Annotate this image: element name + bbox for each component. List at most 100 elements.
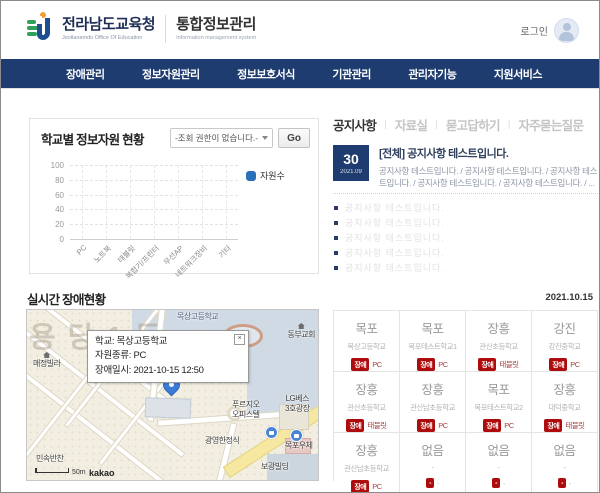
card-resource-type: -	[437, 479, 439, 488]
map-label-restaurant: 광영한정식	[205, 436, 239, 446]
fault-card[interactable]: 목포목포테스트학교2장애PC	[466, 372, 532, 433]
org-name-en: Jeollanamdo Office Of Education	[62, 35, 155, 41]
notice-list-item[interactable]: 공지사항 테스트입니다.	[333, 230, 598, 245]
nav-item-6[interactable]: 지원서비스	[494, 66, 542, 82]
card-resource-type: 태블릿	[499, 359, 518, 370]
nav-item-2[interactable]: 정보자원관리	[142, 66, 200, 82]
v-gridline	[130, 165, 131, 239]
kakao-logo[interactable]: kakao	[89, 468, 115, 478]
fault-card[interactable]: 목포목상고등학교장애PC	[334, 311, 400, 372]
card-resource-type: 태블릿	[565, 420, 584, 431]
card-resource-type: PC	[504, 421, 513, 430]
featured-notice-title: [전체] 공지사항 테스트입니다.	[379, 145, 598, 161]
card-region: 없음	[421, 440, 443, 459]
card-resource-type: PC	[570, 360, 579, 369]
card-region: 장흥	[487, 318, 509, 337]
bullet-icon	[334, 221, 338, 225]
fault-badge: 장애	[351, 480, 369, 493]
fault-card[interactable]: 장흥관산초등학교장애태블릿	[334, 372, 400, 433]
card-badge-row: 장애PC	[417, 358, 447, 371]
app-window: 전라남도교육청 Jeollanamdo Office Of Education …	[0, 0, 600, 493]
x-axis-label: 노트북	[91, 243, 113, 265]
nav-item-3[interactable]: 정보보호서식	[237, 66, 295, 82]
kakao-map[interactable]: 용당1동 목상고등학교 동부교회 매정빌라 LG베스 3호광장 푸르지오 오피스…	[26, 309, 319, 481]
resource-panel-header: 학교별 정보자원 현황 -조회 권한이 없습니다.- Go	[41, 128, 310, 148]
app-title-block: 통합정보관리 Information management system	[176, 17, 256, 42]
fault-badge: 장애	[346, 419, 364, 432]
notice-tab-1[interactable]: 공지사항	[333, 115, 376, 134]
card-school: -	[432, 463, 434, 472]
go-button[interactable]: Go	[278, 128, 310, 148]
church-label: 동부교회	[288, 330, 315, 339]
fault-badge: 장애	[549, 358, 567, 371]
fault-card-grid: 목포목상고등학교장애PC목포목포테스트학교1장애PC장흥관산초등학교장애태블릿강…	[333, 310, 598, 481]
card-resource-type: PC	[438, 360, 447, 369]
card-region: 강진	[553, 318, 575, 337]
card-region: 목포	[421, 318, 443, 337]
card-region: 없음	[487, 440, 509, 459]
notice-list-item[interactable]: 공지사항 테스트입니다.	[333, 200, 598, 215]
legend-label: 자원수	[260, 169, 285, 182]
card-resource-type: PC	[372, 360, 381, 369]
fault-badge: 장애	[417, 358, 435, 371]
card-region: 장흥	[553, 379, 575, 398]
app-subtitle: Information management system	[176, 35, 256, 41]
fault-card[interactable]: 없음---	[400, 433, 466, 493]
office-logo-icon	[27, 12, 55, 46]
fault-badge: -	[426, 478, 434, 488]
featured-notice[interactable]: 30 2021.09 [전체] 공지사항 테스트입니다. 공지사항 테스트입니다…	[333, 145, 598, 190]
notice-list-item[interactable]: 공지사항 테스트입니다.	[333, 245, 598, 260]
login-button[interactable]: 로그인	[520, 18, 579, 43]
notice-tab-3[interactable]: 묻고답하기	[446, 115, 500, 134]
notice-tab-4[interactable]: 자주묻는질문	[518, 115, 583, 134]
nav-item-4[interactable]: 기관관리	[332, 66, 370, 82]
school-select[interactable]: -조회 권한이 없습니다.-	[170, 128, 273, 148]
card-badge-row: 장애PC	[483, 419, 513, 432]
fault-badge: 장애	[417, 419, 435, 432]
map-scale-bar	[35, 468, 69, 473]
notice-list-text: 공지사항 테스트입니다.	[345, 216, 445, 229]
logo[interactable]: 전라남도교육청 Jeollanamdo Office Of Education …	[27, 12, 256, 46]
nav-item-5[interactable]: 관리자기능	[408, 66, 456, 82]
card-resource-type: -	[503, 479, 505, 488]
y-axis-label: 100	[51, 161, 64, 170]
fault-card[interactable]: 장흥관산남초등학교장애PC	[334, 433, 400, 493]
nav-item-1[interactable]: 장애관리	[66, 66, 104, 82]
fault-card[interactable]: 없음---	[532, 433, 598, 493]
notice-list-item[interactable]: 공지사항 테스트입니다.	[333, 260, 598, 275]
fault-card[interactable]: 강진강진중학교장애PC	[532, 311, 598, 372]
header: 전라남도교육청 Jeollanamdo Office Of Education …	[1, 1, 599, 59]
bus-stop-icon[interactable]	[290, 429, 303, 442]
notice-list-item[interactable]: 공지사항 테스트입니다.	[333, 215, 598, 230]
card-school: 관산초등학교	[347, 402, 385, 413]
card-school: 관산남초등학교	[410, 402, 455, 413]
fault-badge: 장애	[544, 419, 562, 432]
building-icon	[43, 352, 50, 358]
notice-list-text: 공지사항 테스트입니다.	[345, 231, 445, 244]
fault-card[interactable]: 장흥관산초등학교장애태블릿	[466, 311, 532, 372]
map-building	[145, 397, 192, 419]
bus-stop-icon[interactable]	[265, 426, 278, 439]
map-label-minsok: 민속반찬	[36, 454, 63, 464]
close-icon[interactable]: ×	[234, 334, 245, 345]
realtime-fault-title: 실시간 장애현황	[27, 289, 105, 308]
fault-card[interactable]: 없음---	[466, 433, 532, 493]
notice-tab-2[interactable]: 자료실	[395, 115, 427, 134]
fault-card[interactable]: 장흥대덕중학교장애태블릿	[532, 372, 598, 433]
villa-label: 매정빌라	[33, 359, 60, 368]
featured-notice-text: 공지사항 테스트입니다. / 공지사항 테스트입니다. / 공지사항 테스트입니…	[379, 165, 598, 190]
bullet-icon	[334, 236, 338, 240]
fault-card[interactable]: 장흥관산남초등학교장애PC	[400, 372, 466, 433]
map-label-prugio: 푸르지오 오피스텔	[232, 400, 259, 419]
chevron-down-icon	[262, 136, 268, 140]
card-school: 목포테스트학교1	[408, 341, 456, 352]
map-label-church: 동부교회	[288, 323, 315, 340]
notice-list-text: 공지사항 테스트입니다.	[345, 246, 445, 259]
org-title-block: 전라남도교육청 Jeollanamdo Office Of Education	[62, 17, 155, 42]
dotted-divider	[333, 193, 598, 194]
map-scale-label: 50m	[72, 469, 86, 476]
chart-legend[interactable]: 자원수	[246, 169, 285, 182]
card-badge-row: 장애태블릿	[346, 419, 386, 432]
fault-card[interactable]: 목포목포테스트학교1 장애PC	[400, 311, 466, 372]
app-title: 통합정보관리	[176, 17, 256, 34]
